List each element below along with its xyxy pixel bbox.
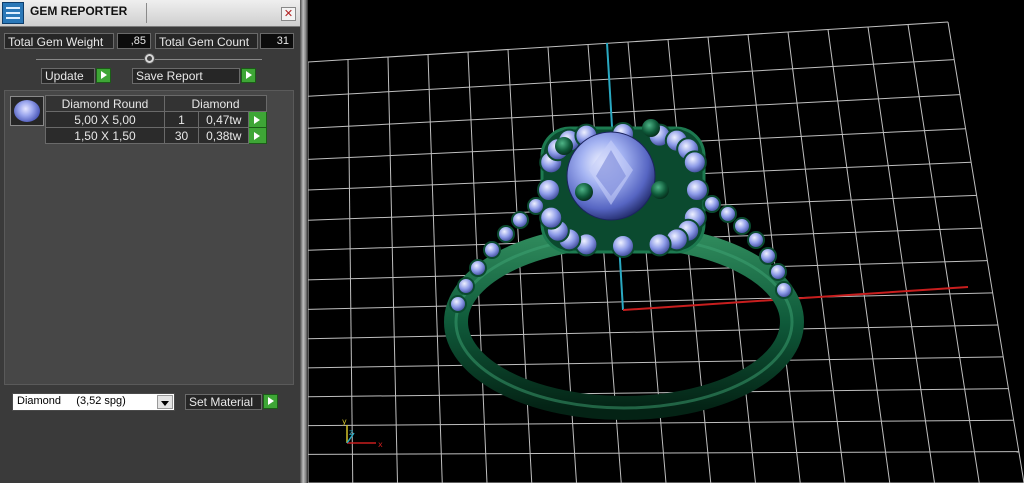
app-logo-icon xyxy=(2,2,24,24)
set-material-button[interactable]: Set Material xyxy=(185,394,262,410)
grid-line xyxy=(308,260,988,281)
axis-y-label: y xyxy=(342,417,347,426)
gem-table: Diamond Round Diamond 5,00 X 5,00 1 0,47… xyxy=(45,95,267,144)
table-header-type: Diamond xyxy=(164,95,267,112)
slider-handle[interactable] xyxy=(144,53,155,64)
shank-stone xyxy=(759,247,777,265)
grid-line xyxy=(667,39,712,483)
axis-x-label: x xyxy=(378,440,383,449)
table-row: 1,50 X 1,50 30 0,38tw xyxy=(45,127,267,144)
shank-stone xyxy=(733,217,751,235)
dropdown-arrow-icon[interactable] xyxy=(157,395,173,409)
grid-line xyxy=(827,29,891,483)
row-weight: 0,38tw xyxy=(197,127,250,144)
grid-line xyxy=(387,56,398,483)
go-arrow-icon[interactable] xyxy=(241,68,256,83)
grid-line xyxy=(547,46,577,483)
diamond-thumbnail-icon[interactable] xyxy=(10,96,44,126)
row-count: 30 xyxy=(164,127,199,144)
material-dropdown[interactable]: Diamond (3,52 spg) xyxy=(12,393,175,411)
go-arrow-icon[interactable] xyxy=(248,111,267,128)
shank-stone xyxy=(511,211,529,229)
shank-stone xyxy=(449,295,467,313)
halo-stone xyxy=(685,178,709,202)
window-title: GEM REPORTER xyxy=(30,4,128,18)
grid-line xyxy=(787,31,846,483)
shank-stone xyxy=(457,277,475,295)
material-selected-value: Diamond (3,52 spg) xyxy=(17,395,126,407)
grid-line xyxy=(308,21,949,63)
total-gem-weight-label: Total Gem Weight xyxy=(4,33,114,49)
shank-stone xyxy=(769,263,787,281)
total-gem-count-value: 31 xyxy=(260,33,294,49)
total-gem-count-label: Total Gem Count xyxy=(155,33,258,49)
axis-z-label: z xyxy=(349,428,353,437)
table-header-row: Diamond Round Diamond xyxy=(45,95,267,112)
grid-line xyxy=(308,59,955,97)
row-count: 1 xyxy=(164,111,199,128)
panel-splitter[interactable] xyxy=(300,0,308,483)
shank-stone xyxy=(527,197,545,215)
shank-stone xyxy=(703,195,721,213)
halo-stone xyxy=(682,150,707,175)
grid-line xyxy=(308,94,960,129)
update-button[interactable]: Update xyxy=(41,68,95,84)
table-row: 5,00 X 5,00 1 0,47tw xyxy=(45,111,267,128)
gem-reporter-panel: GEM REPORTER ✕ Total Gem Weight ,85 Tota… xyxy=(0,0,300,483)
halo-stone xyxy=(647,232,672,257)
grid-line xyxy=(947,21,1024,483)
go-arrow-icon[interactable] xyxy=(248,127,267,144)
grid-line xyxy=(907,24,980,483)
axis-triad-icon: y x z xyxy=(342,417,383,449)
close-icon[interactable]: ✕ xyxy=(281,7,296,21)
grid-line xyxy=(867,26,935,483)
row-weight: 0,47tw xyxy=(197,111,250,128)
title-separator xyxy=(146,3,147,23)
title-bar: GEM REPORTER ✕ xyxy=(0,0,300,27)
halo-stone xyxy=(537,178,561,202)
grid-line xyxy=(347,59,354,483)
total-gem-weight-value: ,85 xyxy=(117,33,151,49)
shank-stone xyxy=(483,241,501,259)
shank-stone xyxy=(719,205,737,223)
table-header-cut: Diamond Round xyxy=(45,95,165,112)
shank-stone xyxy=(497,225,515,243)
viewport-canvas: y x z xyxy=(308,21,1024,483)
go-arrow-icon[interactable] xyxy=(263,394,278,409)
row-size: 5,00 X 5,00 xyxy=(45,111,165,128)
shank-stone xyxy=(469,259,487,277)
shank-stone xyxy=(747,231,765,249)
save-report-button[interactable]: Save Report xyxy=(132,68,240,84)
3d-viewport[interactable]: y x z xyxy=(308,0,1024,483)
row-size: 1,50 X 1,50 xyxy=(45,127,165,144)
go-arrow-icon[interactable] xyxy=(96,68,111,83)
halo-stone xyxy=(611,234,635,258)
shank-stone xyxy=(775,281,793,299)
grid-line xyxy=(427,54,443,483)
